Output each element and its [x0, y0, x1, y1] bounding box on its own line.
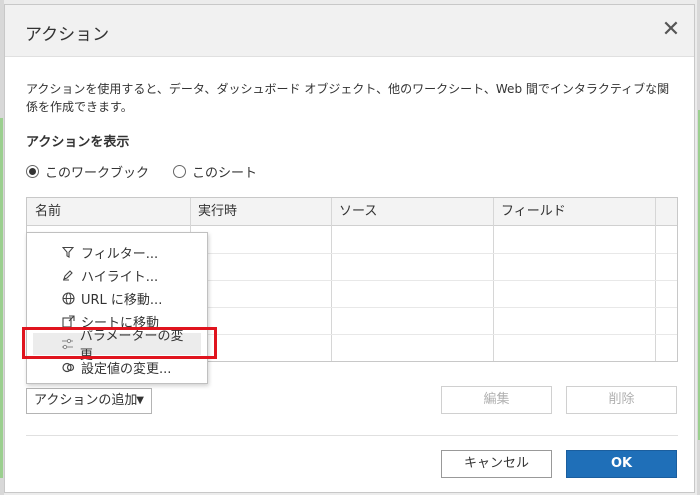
highlighter-icon: [59, 267, 77, 283]
menu-item-label: 設定値の変更...: [81, 361, 172, 377]
column-header-run-on[interactable]: 実行時: [190, 198, 331, 226]
add-action-label: アクションの追加: [34, 393, 138, 408]
radio-this-sheet[interactable]: このシート: [173, 162, 257, 181]
filter-icon: [59, 244, 77, 260]
cancel-button[interactable]: キャンセル: [441, 450, 552, 478]
dialog-description: アクションを使用すると、データ、ダッシュボード オブジェクト、他のワークシート、…: [26, 82, 670, 114]
close-icon[interactable]: ✕: [658, 17, 684, 43]
menu-item-filter[interactable]: フィルター...: [27, 241, 207, 263]
radio-this-workbook[interactable]: このワークブック: [26, 162, 149, 181]
radio-button-unchecked[interactable]: [173, 165, 186, 178]
annotation-highlight-box: [22, 327, 217, 359]
set-values-icon: [59, 359, 77, 375]
radio-label-workbook: このワークブック: [45, 166, 150, 181]
caret-down-icon: ▼: [136, 395, 144, 406]
menu-item-label: URL に移動...: [81, 292, 163, 308]
menu-item-go-to-url[interactable]: URL に移動...: [27, 287, 207, 309]
show-actions-label: アクションを表示: [26, 135, 130, 150]
menu-item-label: ハイライト...: [81, 269, 159, 285]
edit-button[interactable]: 編集: [441, 386, 552, 414]
menu-item-highlight[interactable]: ハイライト...: [27, 264, 207, 286]
footer-divider: [26, 435, 678, 436]
ok-button[interactable]: OK: [566, 450, 677, 478]
column-header-name[interactable]: 名前: [27, 198, 190, 226]
add-action-menu: フィルター... ハイライト... URL に移動... シートに移動 パラメー…: [26, 232, 208, 384]
table-header: 名前 実行時 ソース フィールド: [27, 198, 677, 226]
globe-icon: [59, 290, 77, 306]
radio-label-sheet: このシート: [192, 166, 258, 181]
radio-button-checked[interactable]: [26, 165, 39, 178]
column-header-source[interactable]: ソース: [331, 198, 493, 226]
dialog-titlebar: アクション ✕: [5, 5, 694, 57]
delete-button[interactable]: 削除: [566, 386, 677, 414]
menu-item-change-set-values[interactable]: 設定値の変更...: [27, 356, 207, 378]
background-accent-left: [0, 118, 3, 478]
column-header-field[interactable]: フィールド: [493, 198, 655, 226]
dialog-title: アクション: [25, 25, 110, 45]
menu-item-label: フィルター...: [81, 246, 159, 262]
add-action-dropdown[interactable]: アクションの追加 ▼: [26, 388, 152, 414]
